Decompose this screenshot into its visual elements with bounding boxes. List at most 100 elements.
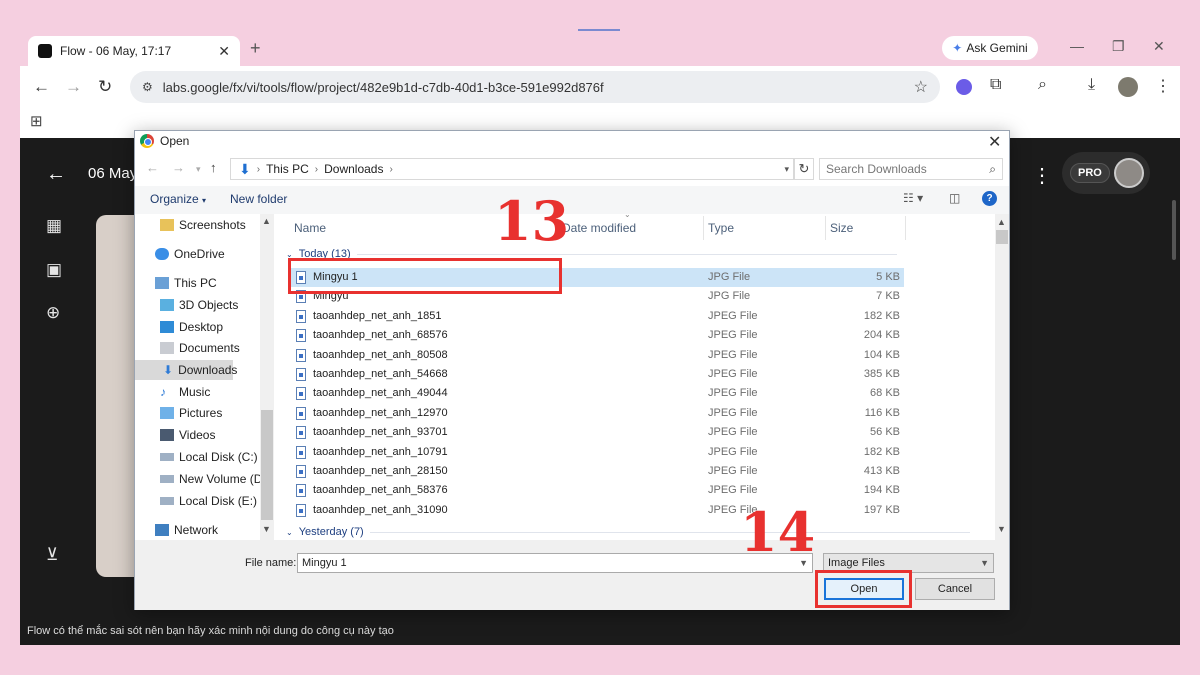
page-menu-icon[interactable]: ⋮ bbox=[1032, 163, 1052, 188]
nav-local-disk-e[interactable]: Local Disk (E:) bbox=[160, 491, 257, 511]
file-name-input[interactable]: Mingyu 1 ▼ bbox=[297, 553, 813, 573]
file-row[interactable]: taoanhdep_net_anh_10791 JPEG File 182 KB bbox=[288, 443, 904, 462]
close-window-icon[interactable]: ✕ bbox=[1153, 38, 1165, 55]
group-yesterday[interactable]: ⌄ Yesterday (7) bbox=[286, 526, 970, 538]
up-folder-icon[interactable]: ↑ bbox=[210, 160, 217, 175]
extension-avatar-icon[interactable] bbox=[956, 79, 972, 95]
file-name: taoanhdep_net_anh_1851 bbox=[313, 309, 442, 322]
project-image-thumbnail[interactable] bbox=[96, 215, 136, 577]
file-scroll-up-icon[interactable]: ▲ bbox=[997, 217, 1006, 227]
help-icon[interactable]: ? bbox=[982, 191, 997, 206]
folder-upload-icon[interactable]: ⊕ bbox=[46, 303, 60, 323]
page-scrollbar[interactable] bbox=[1172, 200, 1176, 260]
extensions-puzzle-icon[interactable]: ⧉ bbox=[990, 76, 1001, 94]
file-row[interactable]: taoanhdep_net_anh_49044 JPEG File 68 KB bbox=[288, 384, 904, 403]
nav-music[interactable]: ♪ Music bbox=[160, 382, 210, 402]
change-view-icon[interactable]: ☷ ▾ bbox=[903, 191, 923, 205]
file-row[interactable]: taoanhdep_net_anh_80508 JPEG File 104 KB bbox=[288, 346, 904, 365]
dialog-close-icon[interactable]: ✕ bbox=[988, 132, 1001, 152]
file-row[interactable]: taoanhdep_net_anh_1851 JPEG File 182 KB bbox=[288, 307, 904, 326]
file-row[interactable]: taoanhdep_net_anh_54668 JPEG File 385 KB bbox=[288, 365, 904, 384]
column-size[interactable]: Size bbox=[830, 221, 853, 235]
nav-new-volume-d[interactable]: New Volume (D:) bbox=[160, 469, 270, 489]
file-row[interactable]: taoanhdep_net_anh_58376 JPEG File 194 KB bbox=[288, 481, 904, 500]
file-list-scrollbar-thumb[interactable] bbox=[996, 230, 1008, 244]
music-icon: ♪ bbox=[160, 385, 166, 399]
column-divider[interactable] bbox=[905, 216, 906, 240]
image-icon[interactable]: ▣ bbox=[46, 260, 62, 280]
file-scroll-down-icon[interactable]: ▼ bbox=[997, 524, 1006, 534]
restore-icon[interactable]: ❐ bbox=[1112, 38, 1125, 55]
column-type[interactable]: Type bbox=[708, 221, 734, 235]
nav-downloads[interactable]: ⬇ Downloads bbox=[135, 360, 237, 380]
download-icon[interactable]: ⤓ bbox=[1088, 76, 1095, 94]
desktop-icon bbox=[160, 321, 174, 333]
nav-screenshots[interactable]: Screenshots bbox=[160, 215, 246, 235]
dashboard-icon[interactable]: ▦ bbox=[46, 216, 62, 236]
recent-locations-icon[interactable]: ▾ bbox=[196, 164, 201, 175]
preview-pane-icon[interactable]: ◫ bbox=[949, 191, 960, 205]
dialog-address-bar[interactable]: ⬇ › This PC › Downloads › ▾ bbox=[230, 158, 794, 180]
nav-videos[interactable]: Videos bbox=[160, 425, 215, 445]
file-size: 7 KB bbox=[876, 290, 900, 303]
drive-icon bbox=[160, 497, 174, 505]
refresh-icon[interactable]: ↻ bbox=[794, 158, 814, 180]
menu-kebab-icon[interactable]: ⋮ bbox=[1155, 76, 1171, 96]
organize-menu[interactable]: Organize ▾ bbox=[150, 192, 206, 206]
column-divider[interactable] bbox=[703, 216, 704, 240]
file-size: 104 KB bbox=[863, 348, 900, 361]
new-folder-button[interactable]: New folder bbox=[230, 192, 287, 206]
site-info-icon[interactable]: ⚙ bbox=[142, 80, 153, 94]
reload-icon[interactable]: ↻ bbox=[98, 77, 112, 97]
bookmark-star-icon[interactable]: ☆ bbox=[914, 77, 928, 97]
account-avatar[interactable] bbox=[1114, 158, 1144, 188]
cancel-button[interactable]: Cancel bbox=[915, 578, 995, 600]
drive-icon bbox=[160, 475, 174, 483]
breadcrumb-downloads[interactable]: Downloads bbox=[324, 162, 383, 176]
nav-pictures[interactable]: Pictures bbox=[160, 403, 222, 423]
nav-this-pc[interactable]: This PC bbox=[155, 273, 217, 293]
address-bar[interactable]: ⚙ labs.google/fx/vi/tools/flow/project/4… bbox=[130, 71, 940, 103]
nav-network[interactable]: Network bbox=[155, 520, 218, 540]
url-text: labs.google/fx/vi/tools/flow/project/482… bbox=[162, 79, 604, 95]
file-size: 204 KB bbox=[863, 329, 900, 342]
nav-scrollbar-thumb[interactable] bbox=[261, 410, 273, 520]
column-name[interactable]: Name bbox=[294, 221, 326, 235]
address-dropdown-icon[interactable]: ▾ bbox=[784, 164, 789, 175]
download-box-icon[interactable]: ⊻ bbox=[46, 545, 58, 565]
nav-scroll-up-icon[interactable]: ▲ bbox=[262, 216, 271, 226]
nav-onedrive[interactable]: OneDrive bbox=[155, 244, 225, 264]
column-divider[interactable] bbox=[825, 216, 826, 240]
search-downloads-input[interactable]: Search Downloads ⌕ bbox=[819, 158, 1003, 180]
file-list-scrollbar[interactable] bbox=[995, 214, 1009, 540]
profile-avatar[interactable] bbox=[1118, 77, 1138, 97]
nav-label: Music bbox=[179, 385, 211, 399]
file-row[interactable]: taoanhdep_net_anh_68576 JPEG File 204 KB bbox=[288, 326, 904, 345]
file-row[interactable]: taoanhdep_net_anh_12970 JPEG File 116 KB bbox=[288, 404, 904, 423]
back-icon[interactable]: ← bbox=[33, 77, 50, 97]
tab-title: Flow - 06 May, 17:17 bbox=[60, 44, 172, 58]
nav-3d-objects[interactable]: 3D Objects bbox=[160, 295, 238, 315]
page-back-icon[interactable]: ← bbox=[46, 163, 66, 186]
minimize-icon[interactable]: — bbox=[1070, 38, 1084, 54]
dialog-back-icon[interactable]: ← bbox=[146, 160, 159, 175]
nav-local-disk-c[interactable]: Local Disk (C:) bbox=[160, 447, 258, 467]
new-tab-button[interactable]: + bbox=[250, 38, 261, 59]
column-date-modified[interactable]: Date modified bbox=[562, 221, 636, 235]
forward-icon[interactable]: → bbox=[65, 77, 82, 97]
dialog-title: Open bbox=[160, 134, 190, 148]
apps-grid-icon[interactable]: ⊞ bbox=[30, 112, 43, 130]
close-tab-icon[interactable]: ✕ bbox=[218, 43, 230, 60]
drive-icon bbox=[160, 453, 174, 461]
nav-scroll-down-icon[interactable]: ▼ bbox=[262, 524, 271, 534]
file-name: taoanhdep_net_anh_93701 bbox=[313, 426, 448, 439]
ask-gemini-button[interactable]: ✦ Ask Gemini bbox=[942, 36, 1038, 60]
file-row[interactable]: taoanhdep_net_anh_93701 JPEG File 56 KB bbox=[288, 423, 904, 442]
file-row[interactable]: taoanhdep_net_anh_28150 JPEG File 413 KB bbox=[288, 462, 904, 481]
browser-tab[interactable]: Flow - 06 May, 17:17 ✕ bbox=[28, 36, 240, 66]
screen-search-icon[interactable]: ⌕ bbox=[1038, 76, 1047, 94]
dialog-forward-icon[interactable]: → bbox=[172, 160, 185, 175]
breadcrumb-this-pc[interactable]: This PC bbox=[266, 162, 309, 176]
nav-desktop[interactable]: Desktop bbox=[160, 317, 223, 337]
nav-documents[interactable]: Documents bbox=[160, 338, 240, 358]
